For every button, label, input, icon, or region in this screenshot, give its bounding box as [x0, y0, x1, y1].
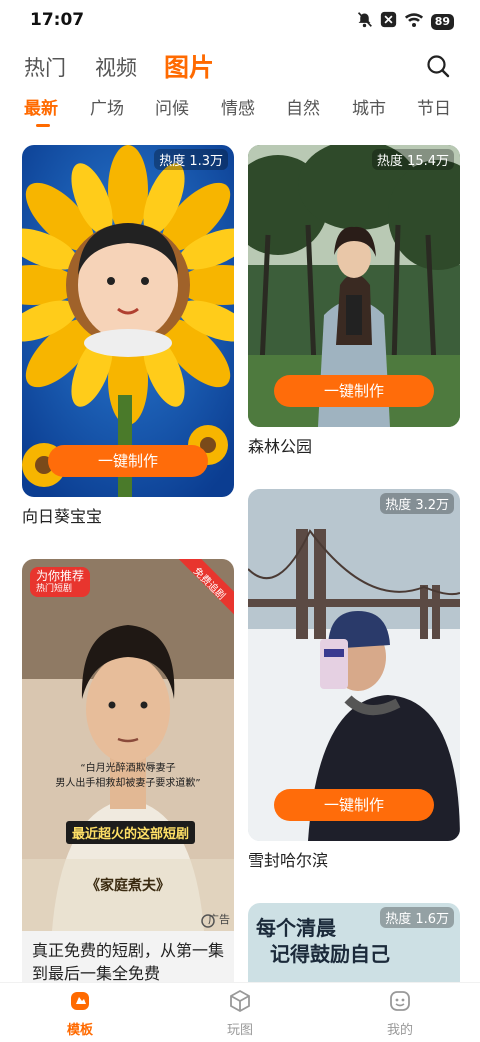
nav-play-label: 玩图: [226, 1023, 253, 1038]
card-title: 森林公园: [248, 437, 313, 456]
card-title: 向日葵宝宝: [22, 507, 103, 526]
top-tabs: 热门 视频 图片: [0, 48, 480, 88]
ad-caption-box: 真正免费的短剧，从第一集到最后一集全免费: [22, 931, 234, 982]
ad-caption: 真正免费的短剧，从第一集到最后一集全免费: [32, 941, 225, 982]
morning-image[interactable]: 每个清晨 记得鼓励自己 热度 1.6万: [248, 903, 460, 982]
close-icon: [380, 11, 397, 32]
drama-banner: 最近超火的这部短剧: [66, 821, 196, 844]
cube-icon: [228, 989, 252, 1017]
tab-latest[interactable]: 最新: [24, 94, 58, 119]
drama-title: 《家庭煮夫》: [86, 878, 170, 894]
template-card-harbin[interactable]: 热度 3.2万 一键制作 雪封哈尔滨: [248, 489, 460, 872]
ad-label: 广告: [208, 913, 230, 926]
profile-icon: [388, 991, 412, 1017]
recommend-badge: 为你推荐 热门短剧: [30, 567, 91, 597]
morning-text: 每个清晨 记得鼓励自己: [256, 915, 390, 967]
category-tabs: 最新 广场 问候 情感 自然 城市 节日: [0, 94, 480, 134]
forest-image[interactable]: 热度 15.4万 一键制作: [248, 145, 460, 427]
drama-subtitle: “白月光醉酒欺辱妻子 男人出手相救却被妻子要求道歉”: [22, 759, 234, 789]
template-feed[interactable]: 热度 1.3万 一键制作 向日葵宝宝 热度 15.4万 一键制作 森林公园 为你…: [0, 140, 480, 982]
tab-emotion[interactable]: 情感: [221, 94, 255, 119]
mute-icon: [356, 11, 373, 32]
nav-template[interactable]: 模板: [50, 989, 110, 1038]
morning-text-line-1: 每个清晨: [256, 916, 336, 940]
heat-badge: 热度 3.2万: [380, 493, 454, 514]
active-tab-indicator: [36, 124, 50, 127]
ad-image[interactable]: 为你推荐 热门短剧 免费追剧 “白月光醉酒欺辱妻子 男人出手相救却被妻子要求道歉…: [22, 559, 234, 931]
tab-nature[interactable]: 自然: [286, 94, 320, 119]
recommend-sub-label: 热门短剧: [36, 584, 73, 594]
status-bar: 17:07 89: [0, 0, 480, 40]
card-title: 雪封哈尔滨: [248, 851, 329, 870]
wifi-icon: [404, 11, 424, 32]
heat-badge: 热度 1.6万: [380, 907, 454, 928]
tab-festival[interactable]: 节日: [417, 94, 451, 119]
harbin-image[interactable]: 热度 3.2万 一键制作: [248, 489, 460, 841]
tab-greeting[interactable]: 问候: [155, 94, 189, 119]
make-button[interactable]: 一键制作: [48, 445, 208, 477]
bottom-nav: 模板 玩图 我的: [0, 982, 480, 1042]
morning-text-line-2: 记得鼓励自己: [270, 942, 390, 966]
subtitle-line-2: 男人出手相救却被妻子要求道歉”: [55, 778, 201, 789]
template-card-forest[interactable]: 热度 15.4万 一键制作 森林公园: [248, 145, 460, 458]
recommend-label: 为你推荐: [36, 569, 85, 583]
ad-card[interactable]: 为你推荐 热门短剧 免费追剧 “白月光醉酒欺辱妻子 男人出手相救却被妻子要求道歉…: [22, 559, 234, 982]
nav-play[interactable]: 玩图: [210, 989, 270, 1038]
search-icon[interactable]: [426, 54, 450, 78]
status-time: 17:07: [30, 10, 85, 30]
tab-video[interactable]: 视频: [95, 52, 137, 82]
tab-square[interactable]: 广场: [90, 94, 124, 119]
make-button[interactable]: 一键制作: [274, 789, 434, 821]
template-icon: [68, 992, 92, 1017]
nav-mine-label: 我的: [386, 1023, 413, 1038]
template-card-morning[interactable]: 每个清晨 记得鼓励自己 热度 1.6万: [248, 903, 460, 982]
heat-badge: 热度 1.3万: [154, 149, 228, 170]
nav-template-label: 模板: [66, 1023, 93, 1038]
tab-picture[interactable]: 图片: [164, 48, 214, 84]
subtitle-line-1: “白月光醉酒欺辱妻子: [80, 763, 176, 774]
sunflower-image[interactable]: 热度 1.3万 一键制作: [22, 145, 234, 497]
nav-mine[interactable]: 我的: [370, 989, 430, 1038]
battery-icon: 89: [430, 13, 454, 30]
screen: 17:07 89 热门 视频 图片 最新 广场 问候 情感 自然 城市 节日 热…: [0, 0, 480, 1042]
tab-city[interactable]: 城市: [352, 94, 386, 119]
make-button[interactable]: 一键制作: [274, 375, 434, 407]
template-card-sunflower[interactable]: 热度 1.3万 一键制作 向日葵宝宝: [22, 145, 234, 528]
tab-hot[interactable]: 热门: [24, 52, 66, 82]
status-icons: 89: [356, 11, 454, 32]
heat-badge: 热度 15.4万: [371, 149, 454, 170]
